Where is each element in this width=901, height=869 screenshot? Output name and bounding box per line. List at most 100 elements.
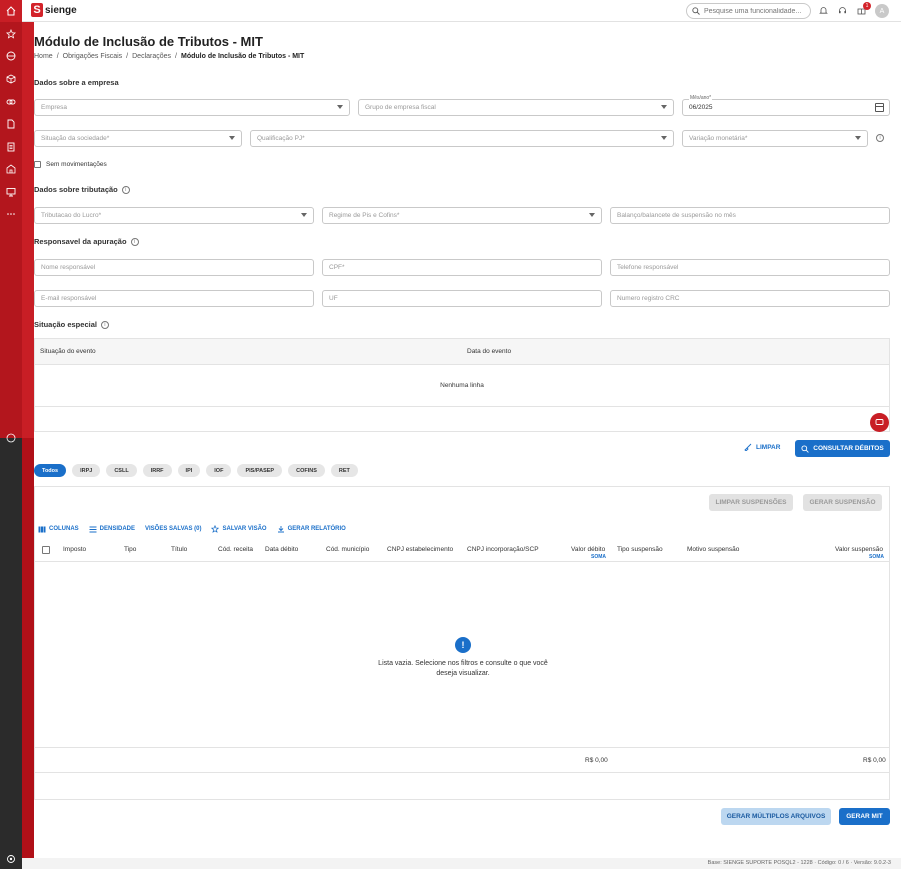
relatorio-label: GERAR RELATÓRIO: [287, 526, 346, 532]
section-situacao-label: Situação especial: [34, 320, 97, 329]
chevron-down-icon: [301, 213, 307, 217]
feature-search[interactable]: [686, 3, 811, 19]
building-icon[interactable]: [4, 162, 18, 176]
help-circle-icon[interactable]: [4, 431, 18, 445]
bell-icon[interactable]: [818, 5, 829, 16]
section-responsavel-label: Responsavel da apuração: [34, 237, 127, 246]
email-placeholder: E-mail responsável: [41, 295, 97, 302]
variacao-monetaria-select[interactable]: Variação monetária*: [682, 130, 868, 147]
search-input[interactable]: [704, 7, 804, 15]
alert-icon: !: [455, 637, 471, 653]
col-cod-receita[interactable]: Cód. receita: [218, 546, 253, 553]
chip-irrf[interactable]: IRRF: [142, 464, 172, 477]
salvar-label: SALVAR VISÃO: [222, 526, 267, 532]
uf-placeholder: UF: [329, 295, 338, 302]
balanco-suspensao-field[interactable]: Balanço/balancete de suspensão no mês: [610, 207, 890, 224]
crc-field[interactable]: Numero registro CRC: [610, 290, 890, 307]
tax-filter-chips: Todos IRPJ CSLL IRRF IPI IOF PIS/PASEP C…: [34, 464, 358, 477]
select-all-checkbox[interactable]: [42, 546, 50, 554]
info-icon[interactable]: i: [121, 185, 130, 194]
user-avatar[interactable]: A: [875, 4, 889, 18]
breadcrumb-home[interactable]: Home: [34, 53, 53, 60]
density-icon: [89, 526, 97, 532]
nome-responsavel-field[interactable]: Nome responsável: [34, 259, 314, 276]
salvar-visao-button[interactable]: SALVAR VISÃO: [211, 525, 267, 533]
gerar-mit-button[interactable]: GERAR MIT: [839, 808, 890, 825]
info-icon[interactable]: i: [100, 320, 109, 329]
gerar-suspensao-button[interactable]: GERAR SUSPENSÃO: [803, 494, 882, 511]
chip-ipi[interactable]: IPI: [177, 464, 201, 477]
home-icon[interactable]: [4, 4, 18, 18]
empresa-select[interactable]: Empresa: [34, 99, 350, 116]
document-icon[interactable]: [4, 117, 18, 131]
col-cnpj-estabelecimento[interactable]: CNPJ estabelecimento: [387, 546, 453, 553]
gerar-relatorio-button[interactable]: GERAR RELATÓRIO: [277, 525, 346, 533]
logo-mark: S: [31, 3, 43, 17]
dollar-circle-icon[interactable]: [4, 49, 18, 63]
chevron-down-icon: [855, 136, 861, 140]
breadcrumb-declaracoes[interactable]: Declarações: [132, 53, 171, 60]
chip-todos[interactable]: Todos: [34, 464, 67, 477]
more-icon[interactable]: [4, 207, 18, 221]
grupo-empresa-select[interactable]: Grupo de empresa fiscal: [358, 99, 674, 116]
monitor-icon[interactable]: [4, 185, 18, 199]
info-icon[interactable]: i: [130, 237, 139, 246]
uf-field[interactable]: UF: [322, 290, 602, 307]
settings-icon[interactable]: [4, 852, 18, 866]
consultar-debitos-button[interactable]: CONSULTAR DÉBITOS: [795, 440, 890, 457]
info-icon[interactable]: i: [876, 134, 884, 142]
chip-iof[interactable]: IOF: [206, 464, 232, 477]
limpar-suspensoes-button[interactable]: LIMPAR SUSPENSÕES: [709, 494, 793, 511]
col-valor-debito[interactable]: Valor débito: [571, 546, 605, 553]
col-imposto[interactable]: Imposto: [63, 546, 86, 553]
col-data-evento[interactable]: Data do evento: [467, 348, 511, 355]
tributacao-lucro-select[interactable]: Tributacao do Lucro*: [34, 207, 314, 224]
calendar-icon[interactable]: [875, 103, 884, 112]
col-cnpj-incorporacao[interactable]: CNPJ incorporação/SCP: [467, 546, 539, 553]
qualificacao-pj-select[interactable]: Qualificação PJ*: [250, 130, 674, 147]
col-data-debito[interactable]: Data débito: [265, 546, 298, 553]
variacao-placeholder: Variação monetária*: [689, 135, 748, 142]
box-icon[interactable]: [4, 72, 18, 86]
visoes-label: VISÕES SALVAS (0): [145, 526, 202, 532]
mes-ano-value: 06/2025: [689, 104, 713, 111]
chip-irpj[interactable]: IRPJ: [72, 464, 101, 477]
email-field[interactable]: E-mail responsável: [34, 290, 314, 307]
col-tipo[interactable]: Tipo: [124, 546, 136, 553]
section-responsavel-title: Responsavel da apuração i: [34, 237, 139, 246]
telefone-field[interactable]: Telefone responsável: [610, 259, 890, 276]
breadcrumb-obrigacoes[interactable]: Obrigações Fiscais: [63, 53, 123, 60]
empresa-placeholder: Empresa: [41, 104, 68, 111]
chip-csll[interactable]: CSLL: [106, 464, 137, 477]
col-situacao-evento[interactable]: Situação do evento: [40, 348, 96, 355]
chevron-down-icon: [229, 136, 235, 140]
col-titulo[interactable]: Título: [171, 546, 187, 553]
chip-pis-pasep[interactable]: PIS/PASEP: [237, 464, 283, 477]
sienge-logo[interactable]: S sienge: [31, 3, 77, 17]
colunas-button[interactable]: COLUNAS: [38, 525, 79, 533]
col-cod-municipio[interactable]: Cód. município: [326, 546, 369, 553]
list-document-icon[interactable]: [4, 140, 18, 154]
link-icon[interactable]: [4, 95, 18, 109]
densidade-button[interactable]: DENSIDADE: [89, 525, 135, 533]
regime-pis-cofins-select[interactable]: Regime de Pis e Cofins*: [322, 207, 602, 224]
chat-fab-button[interactable]: [870, 413, 889, 432]
cpf-field[interactable]: CPF*: [322, 259, 602, 276]
gerar-multiplos-arquivos-button[interactable]: GERAR MÚLTIPLOS ARQUIVOS: [721, 808, 831, 825]
star-icon[interactable]: [4, 27, 18, 41]
chip-ret[interactable]: RET: [330, 464, 358, 477]
visoes-salvas-button[interactable]: VISÕES SALVAS (0): [145, 525, 201, 533]
headset-icon[interactable]: [837, 5, 848, 16]
col-tipo-suspensao[interactable]: Tipo suspensão: [617, 546, 663, 553]
chevron-down-icon: [661, 136, 667, 140]
chevron-down-icon: [337, 105, 343, 109]
chip-cofins[interactable]: COFINS: [288, 464, 325, 477]
col-motivo-suspensao[interactable]: Motivo suspensão: [687, 546, 739, 553]
mes-ano-field[interactable]: Mês/ano* 06/2025: [682, 95, 890, 116]
grupo-placeholder: Grupo de empresa fiscal: [365, 104, 436, 111]
footer-version: Base: SIENGE SUPORTE POSQL2 - 1228 · Cód…: [707, 860, 891, 866]
situacao-sociedade-select[interactable]: Situação da sociedade*: [34, 130, 242, 147]
sem-movimentacoes-checkbox[interactable]: [34, 161, 41, 168]
limpar-button[interactable]: LIMPAR: [744, 443, 780, 451]
col-valor-suspensao[interactable]: Valor suspensão: [835, 546, 883, 553]
